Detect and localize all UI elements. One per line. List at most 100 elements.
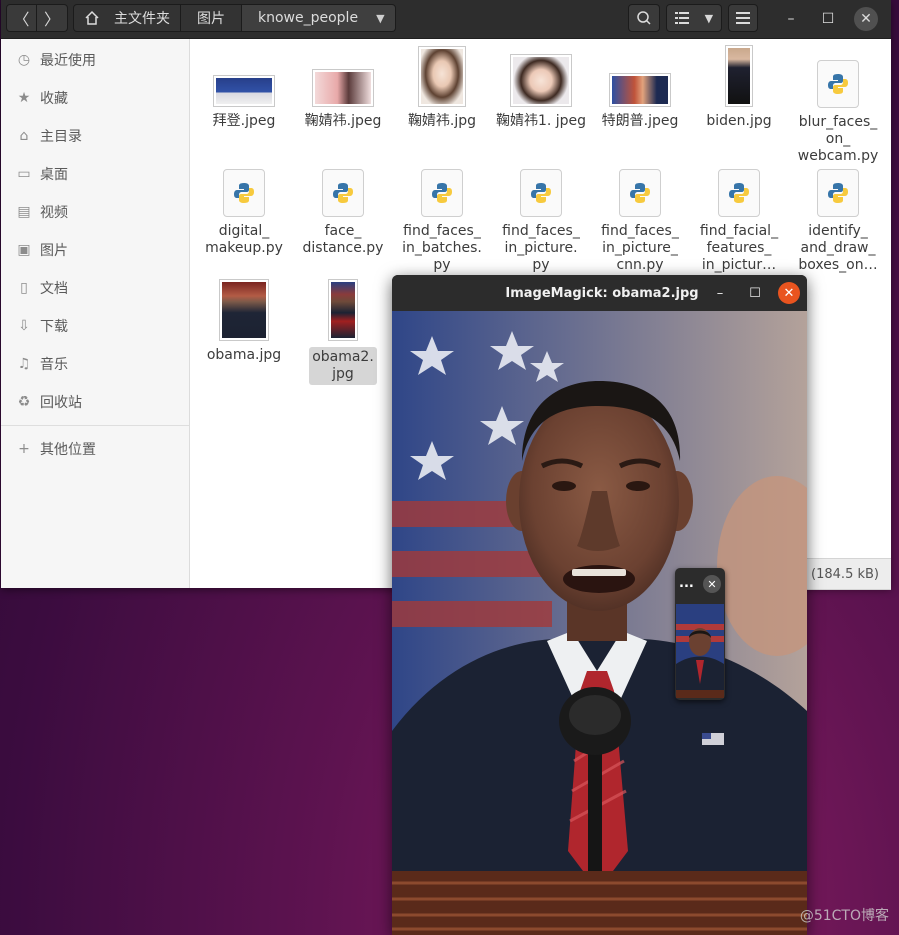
sidebar-item-videos[interactable]: ▤ 视频 [1, 197, 189, 227]
file-item-obama2[interactable]: obama2. jpg [295, 279, 391, 385]
python-file-icon [322, 169, 364, 217]
picture-icon: ▣ [17, 242, 31, 258]
chevron-left-icon: 〈 [13, 10, 30, 29]
sidebar-divider [1, 425, 189, 426]
nav-buttons: 〈 〉 [6, 4, 68, 32]
minimize-button[interactable]: – [779, 7, 803, 31]
breadcrumb-home[interactable]: 主文件夹 [73, 4, 181, 32]
file-name: 拜登.jpeg [212, 113, 276, 129]
sidebar-item-label: 音乐 [40, 357, 68, 373]
menu-button[interactable] [728, 4, 758, 32]
close-button[interactable]: ✕ [854, 7, 878, 31]
sidebar-item-label: 图片 [40, 243, 68, 259]
file-name: obama2. jpg [309, 347, 377, 385]
maximize-icon: ☐ [821, 11, 835, 27]
file-item-jujingyi-jpeg[interactable]: 鞠婧祎.jpeg [295, 69, 391, 130]
file-item-identify-and-draw[interactable]: identify_ and_draw_ boxes_on… [790, 169, 886, 274]
back-button[interactable]: 〈 [6, 4, 37, 32]
sidebar-item-downloads[interactable]: ⇩ 下载 [1, 311, 189, 341]
viewer-close-button[interactable]: ✕ [778, 282, 800, 304]
header-bar: 〈 〉 主文件夹 图片 knowe_people ▼ ▼ – ☐ ✕ [1, 0, 891, 39]
sidebar-item-label: 其他位置 [40, 442, 96, 458]
breadcrumb: 主文件夹 图片 knowe_people ▼ [73, 4, 396, 32]
plus-icon: + [18, 441, 30, 457]
video-icon: ▤ [17, 204, 31, 220]
trash-icon: ♻ [17, 394, 31, 410]
sidebar-item-other-locations[interactable]: + 其他位置 [1, 434, 189, 464]
file-item-biden-jpg[interactable]: biden.jpg [691, 45, 787, 130]
image-thumbnail [213, 75, 275, 107]
maximize-button[interactable]: ☐ [816, 7, 840, 31]
breadcrumb-current[interactable]: knowe_people ▼ [242, 4, 396, 32]
sidebar-item-home[interactable]: ⌂ 主目录 [1, 121, 189, 151]
python-file-icon [223, 169, 265, 217]
sidebar-item-desktop[interactable]: ▭ 桌面 [1, 159, 189, 189]
obama-photo [392, 311, 807, 935]
sidebar: ◷ 最近使用 ★ 收藏 ⌂ 主目录 ▭ 桌面 ▤ 视频 ▣ 图片 ▯ 文档 ⇩ 下载 ♫ 音乐 ♻… [1, 39, 190, 588]
image-thumbnail [418, 46, 466, 107]
sidebar-item-label: 下载 [40, 319, 68, 335]
viewer-minimize-button[interactable]: – [709, 282, 731, 304]
python-file-icon [718, 169, 760, 217]
popup-title: ... [679, 576, 694, 591]
download-icon: ⇩ [18, 318, 30, 334]
sidebar-item-documents[interactable]: ▯ 文档 [1, 273, 189, 303]
home-icon: ⌂ [19, 128, 29, 144]
sidebar-item-recent[interactable]: ◷ 最近使用 [1, 45, 189, 75]
thumbnail-popup-window[interactable]: ... ✕ [675, 568, 725, 700]
file-name: 鞠婧祎.jpg [407, 113, 477, 129]
sidebar-item-trash[interactable]: ♻ 回收站 [1, 387, 189, 417]
breadcrumb-current-label: knowe_people [258, 10, 359, 26]
file-item-find-faces-batches[interactable]: find_faces_ in_batches. py [394, 169, 490, 274]
file-name: 鞠婧祎1. jpeg [495, 113, 587, 129]
minimize-icon: – [787, 11, 795, 27]
sidebar-item-label: 收藏 [40, 91, 68, 107]
file-name: biden.jpg [706, 113, 772, 129]
forward-button[interactable]: 〉 [37, 4, 68, 32]
sidebar-item-music[interactable]: ♫ 音乐 [1, 349, 189, 379]
clock-icon: ◷ [17, 52, 31, 68]
file-name: find_faces_ in_batches. py [402, 223, 482, 273]
popup-close-button[interactable]: ✕ [703, 575, 721, 593]
file-item-digital-makeup[interactable]: digital_ makeup.py [196, 169, 292, 257]
file-name: find_facial_ features_ in_pictur… [699, 223, 779, 273]
star-icon: ★ [17, 90, 31, 106]
file-name: find_faces_ in_picture_ cnn.py [601, 223, 679, 273]
sidebar-item-label: 桌面 [40, 167, 68, 183]
viewer-maximize-button[interactable]: ☐ [744, 282, 766, 304]
desktop-icon: ▭ [17, 166, 31, 182]
search-button[interactable] [628, 4, 660, 32]
sidebar-item-label: 主目录 [40, 129, 82, 145]
file-name: digital_ makeup.py [205, 223, 283, 256]
sidebar-item-starred[interactable]: ★ 收藏 [1, 83, 189, 113]
file-item-find-faces-picture[interactable]: find_faces_ in_picture. py [493, 169, 589, 274]
document-icon: ▯ [20, 280, 28, 296]
watermark: @51CTO博客 [799, 908, 889, 924]
file-item-biden-cn[interactable]: 拜登.jpeg [196, 75, 292, 130]
file-item-jujingyi1-jpeg[interactable]: 鞠婧祎1. jpeg [493, 54, 589, 130]
image-thumbnail [312, 69, 374, 107]
file-item-find-faces-cnn[interactable]: find_faces_ in_picture_ cnn.py [592, 169, 688, 274]
file-item-blur-faces[interactable]: blur_faces_ on_ webcam.py [790, 60, 886, 165]
file-item-face-distance[interactable]: face_ distance.py [295, 169, 391, 257]
close-icon: ✕ [860, 11, 872, 27]
breadcrumb-pictures[interactable]: 图片 [181, 4, 242, 32]
breadcrumb-home-label: 主文件夹 [114, 11, 170, 27]
view-toggle[interactable]: ▼ [666, 4, 722, 32]
file-item-find-facial-features[interactable]: find_facial_ features_ in_pictur… [691, 169, 787, 274]
close-icon: ✕ [707, 577, 717, 591]
home-icon [85, 10, 99, 25]
file-name: identify_ and_draw_ boxes_on… [798, 223, 878, 273]
close-icon: ✕ [783, 285, 795, 301]
file-item-trump-cn[interactable]: 特朗普.jpeg [592, 73, 688, 130]
hamburger-icon [736, 12, 750, 24]
image-thumbnail [725, 45, 753, 107]
file-item-obama[interactable]: obama.jpg [196, 279, 292, 364]
python-file-icon [520, 169, 562, 217]
sidebar-item-pictures[interactable]: ▣ 图片 [1, 235, 189, 265]
image-thumbnail [328, 279, 358, 341]
popup-thumbnail [676, 604, 724, 698]
imagemagick-window: ImageMagick: obama2.jpg – ☐ ✕ [392, 275, 807, 935]
file-item-jujingyi-jpg[interactable]: 鞠婧祎.jpg [394, 46, 490, 130]
image-thumbnail [609, 73, 671, 107]
